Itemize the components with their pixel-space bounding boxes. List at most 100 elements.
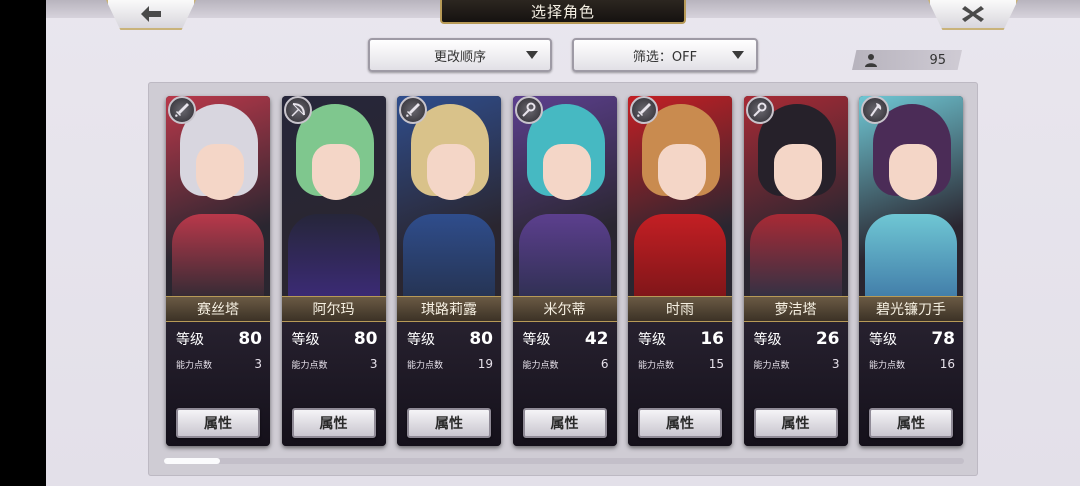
ability-points-value: 3 bbox=[831, 357, 840, 371]
weapon-type-badge bbox=[168, 96, 196, 124]
close-button[interactable] bbox=[928, 0, 1018, 30]
character-card-5[interactable]: 时雨 等级 16 能力点数 15 属性 bbox=[628, 96, 732, 446]
portrait-face bbox=[196, 144, 244, 200]
page-title: 选择角色 bbox=[440, 0, 686, 24]
ability-points-label: 能力点数 bbox=[176, 360, 213, 371]
sort-order-dropdown[interactable]: 更改顺序 bbox=[368, 38, 552, 72]
level-row: 等级 80 bbox=[407, 328, 493, 350]
weapon-type-badge bbox=[861, 96, 889, 124]
filter-dropdown[interactable]: 筛选：OFF bbox=[572, 38, 758, 72]
portrait-outfit bbox=[403, 214, 495, 304]
level-label: 等级 bbox=[638, 332, 666, 348]
character-name: 米尔蒂 bbox=[512, 296, 617, 322]
character-name: 赛丝塔 bbox=[166, 296, 270, 322]
character-portrait bbox=[281, 96, 386, 304]
character-stats: 等级 26 能力点数 3 属性 bbox=[743, 322, 848, 446]
character-card-7[interactable]: 碧光镰刀手 等级 78 能力点数 16 属性 bbox=[859, 96, 963, 446]
character-card-6[interactable]: 萝洁塔 等级 26 能力点数 3 属性 bbox=[743, 96, 848, 446]
portrait-outfit bbox=[749, 214, 842, 304]
ability-points-label: 能力点数 bbox=[407, 360, 444, 371]
level-value: 80 bbox=[238, 329, 262, 349]
portrait-outfit bbox=[287, 214, 380, 304]
character-card-3[interactable]: 琪路莉露 等级 80 能力点数 19 属性 bbox=[397, 96, 501, 446]
character-stats: 等级 80 能力点数 3 属性 bbox=[166, 322, 270, 446]
level-label: 等级 bbox=[753, 332, 782, 348]
ability-points-row: 能力点数 3 bbox=[754, 356, 840, 372]
character-stats: 等级 80 能力点数 19 属性 bbox=[397, 322, 501, 446]
weapon-type-badge bbox=[514, 96, 543, 124]
attribute-button[interactable]: 属性 bbox=[869, 408, 953, 438]
ability-points-row: 能力点数 16 bbox=[869, 356, 955, 372]
sword-icon bbox=[406, 103, 420, 117]
attribute-button[interactable]: 属性 bbox=[407, 408, 491, 438]
attribute-button[interactable]: 属性 bbox=[176, 408, 260, 438]
sword-icon bbox=[175, 103, 189, 117]
chevron-down-icon bbox=[526, 51, 538, 59]
portrait-face bbox=[311, 144, 360, 200]
portrait-face bbox=[773, 144, 822, 200]
scrollbar-thumb[interactable] bbox=[164, 458, 220, 464]
back-button[interactable] bbox=[106, 0, 196, 30]
attribute-button[interactable]: 属性 bbox=[522, 408, 607, 438]
portrait-outfit bbox=[172, 214, 264, 304]
character-name: 碧光镰刀手 bbox=[859, 296, 963, 322]
chevron-down-icon bbox=[732, 51, 744, 59]
level-row: 等级 80 bbox=[292, 328, 378, 350]
character-name: 萝洁塔 bbox=[743, 296, 848, 322]
ability-points-label: 能力点数 bbox=[869, 360, 906, 371]
ability-points-row: 能力点数 19 bbox=[407, 356, 493, 372]
arrow-left-icon bbox=[141, 6, 161, 22]
level-value: 42 bbox=[584, 329, 609, 349]
portrait-outfit bbox=[518, 214, 611, 304]
portrait-outfit bbox=[865, 214, 957, 304]
ability-points-label: 能力点数 bbox=[522, 360, 559, 371]
portrait-face bbox=[542, 144, 591, 200]
ability-points-value: 3 bbox=[254, 357, 262, 371]
axe-icon bbox=[870, 103, 882, 117]
horizontal-scrollbar[interactable] bbox=[164, 458, 964, 464]
ability-points-value: 19 bbox=[477, 357, 493, 371]
character-select-screen: 选择角色 更改顺序 筛选：OFF 95 赛丝塔 等级 80 能力点数 3 属性 … bbox=[46, 0, 1080, 486]
close-icon bbox=[962, 6, 984, 22]
level-value: 80 bbox=[469, 329, 493, 349]
attribute-button[interactable]: 属性 bbox=[291, 408, 376, 438]
level-row: 等级 78 bbox=[869, 328, 955, 350]
unit-count-badge: 95 bbox=[852, 50, 962, 70]
staff-icon bbox=[521, 102, 535, 117]
weapon-type-badge bbox=[630, 96, 658, 124]
user-icon bbox=[865, 54, 877, 67]
level-row: 等级 26 bbox=[754, 328, 840, 350]
character-card-1[interactable]: 赛丝塔 等级 80 能力点数 3 属性 bbox=[166, 96, 270, 446]
level-value: 78 bbox=[931, 329, 955, 349]
character-card-4[interactable]: 米尔蒂 等级 42 能力点数 6 属性 bbox=[512, 96, 617, 446]
level-label: 等级 bbox=[522, 332, 551, 348]
ability-points-row: 能力点数 15 bbox=[638, 356, 724, 372]
weapon-type-badge bbox=[745, 96, 774, 124]
level-label: 等级 bbox=[869, 332, 897, 348]
portrait-face bbox=[658, 144, 706, 200]
character-name: 阿尔玛 bbox=[281, 296, 386, 322]
character-stats: 等级 78 能力点数 16 属性 bbox=[859, 322, 963, 446]
character-portrait bbox=[743, 96, 848, 304]
ability-points-value: 6 bbox=[600, 357, 609, 371]
unit-count: 95 bbox=[929, 52, 946, 68]
level-value: 26 bbox=[815, 329, 840, 349]
ability-points-value: 3 bbox=[369, 357, 378, 371]
portrait-face bbox=[427, 144, 475, 200]
attribute-button[interactable]: 属性 bbox=[753, 408, 838, 438]
character-stats: 等级 16 能力点数 15 属性 bbox=[628, 322, 732, 446]
portrait-outfit bbox=[634, 214, 726, 304]
level-value: 16 bbox=[700, 329, 724, 349]
character-card-2[interactable]: 阿尔玛 等级 80 能力点数 3 属性 bbox=[281, 96, 386, 446]
ability-points-label: 能力点数 bbox=[638, 360, 675, 371]
attribute-button[interactable]: 属性 bbox=[638, 408, 722, 438]
sword-icon bbox=[637, 103, 651, 117]
level-label: 等级 bbox=[407, 332, 435, 348]
level-row: 等级 80 bbox=[176, 328, 262, 350]
level-row: 等级 42 bbox=[523, 328, 609, 350]
ability-points-value: 16 bbox=[939, 357, 955, 371]
character-portrait bbox=[166, 96, 270, 304]
sort-order-label: 更改顺序 bbox=[433, 49, 486, 65]
ability-points-row: 能力点数 6 bbox=[523, 356, 609, 372]
character-portrait bbox=[397, 96, 501, 304]
